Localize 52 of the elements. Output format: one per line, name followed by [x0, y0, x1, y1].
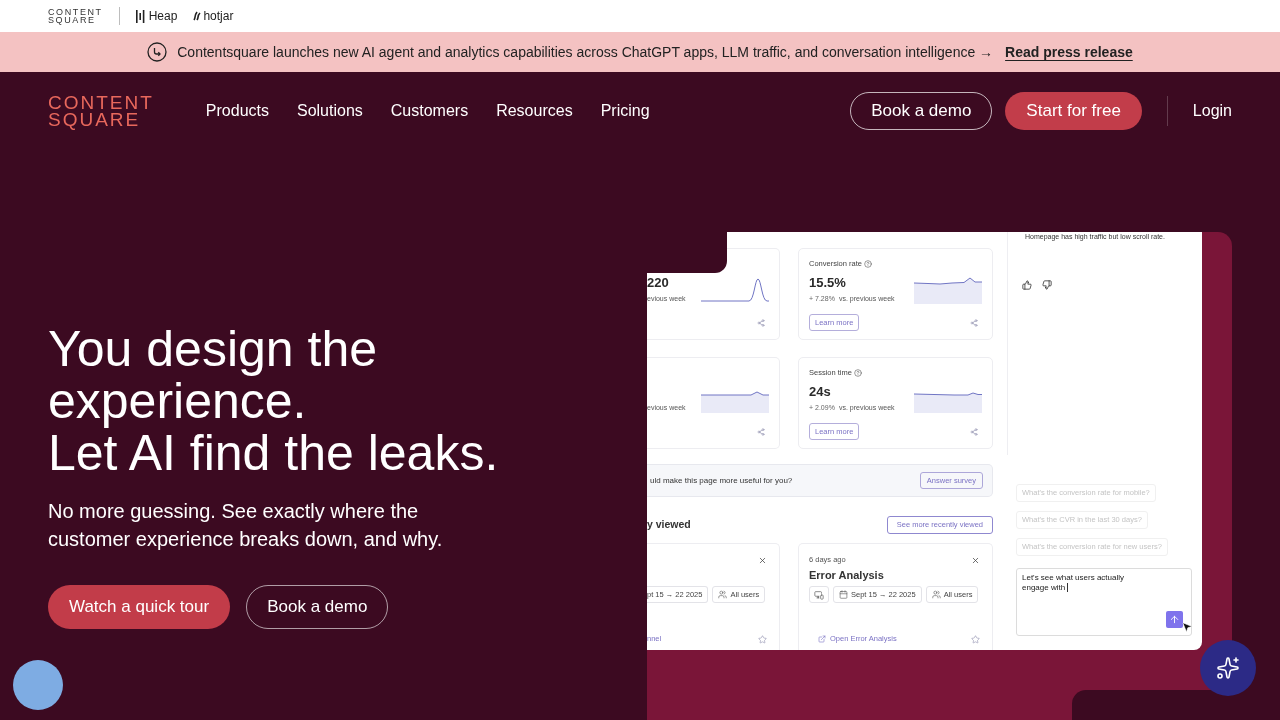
star-icon[interactable]	[758, 634, 767, 644]
nav-link[interactable]: Pricing	[600, 99, 650, 123]
thumbs-down-icon[interactable]	[1042, 280, 1052, 290]
press-release-link[interactable]: Read press release	[1005, 41, 1133, 63]
section-heading: y viewed	[647, 517, 691, 533]
nav-link[interactable]: Products	[205, 99, 269, 123]
close-icon[interactable]	[971, 555, 980, 565]
survey-question: uld make this page more useful for you?	[650, 474, 793, 487]
message-input[interactable]: Let's see what users actually engage with	[1016, 568, 1192, 636]
brand-logo[interactable]: CONTENT SQUARE	[48, 8, 103, 24]
device-chip[interactable]	[809, 586, 829, 603]
calendar-icon	[839, 590, 848, 599]
text-cursor-icon	[1067, 583, 1069, 593]
sparkle-icon	[1216, 656, 1240, 680]
start-free-button[interactable]: Start for free	[1005, 92, 1142, 130]
item-title: Error Analysis	[809, 568, 884, 582]
send-button[interactable]	[1166, 611, 1183, 628]
nav-link[interactable]: Solutions	[296, 99, 363, 123]
brand-logo[interactable]: CONTENT SQUARE	[48, 94, 154, 128]
login-link[interactable]: Login	[1192, 99, 1232, 123]
flame-icon	[193, 11, 202, 21]
thumbs-up-icon[interactable]	[1022, 280, 1032, 290]
share-icon[interactable]	[970, 427, 978, 436]
share-icon[interactable]	[757, 427, 765, 436]
hero-subtitle: No more guessing. See exactly where the customer experience breaks down, and why.	[48, 499, 444, 552]
sparkline	[701, 276, 769, 304]
users-icon	[718, 590, 728, 599]
hero-heading: You design the experience. Let AI find the leaks.	[48, 323, 500, 479]
external-link-icon	[818, 635, 826, 643]
announcement-text: Contentsquare launches new AI agent and analytics capabilities across ChatGPT apps, LLM traffic, and conversation intelligence →	[177, 42, 994, 62]
share-icon[interactable]	[970, 318, 978, 327]
nav-link[interactable]: Resources	[496, 99, 573, 123]
brand-name[interactable]: Heap	[148, 7, 178, 25]
arrow-circle-icon	[147, 42, 168, 62]
users-icon	[931, 590, 941, 599]
metric-value: 220	[647, 274, 669, 292]
metric-value: 15.5%	[809, 274, 846, 292]
arrow-up-icon	[1169, 614, 1180, 625]
tour-button[interactable]: Watch a quick tour	[48, 585, 231, 629]
bars-icon	[135, 9, 146, 23]
share-icon[interactable]	[757, 318, 765, 327]
brand-name[interactable]: hotjar	[203, 7, 234, 25]
help-icon	[863, 260, 872, 268]
nav-link[interactable]: Customers	[390, 99, 469, 123]
mouse-pointer-icon	[1181, 621, 1193, 633]
devices-icon	[814, 589, 824, 600]
help-icon	[853, 369, 862, 377]
metric-value: 24s	[809, 383, 831, 401]
close-icon[interactable]	[758, 555, 767, 565]
star-icon[interactable]	[971, 634, 980, 644]
floating-circle-button[interactable]	[13, 660, 63, 710]
sparkline	[914, 276, 982, 304]
